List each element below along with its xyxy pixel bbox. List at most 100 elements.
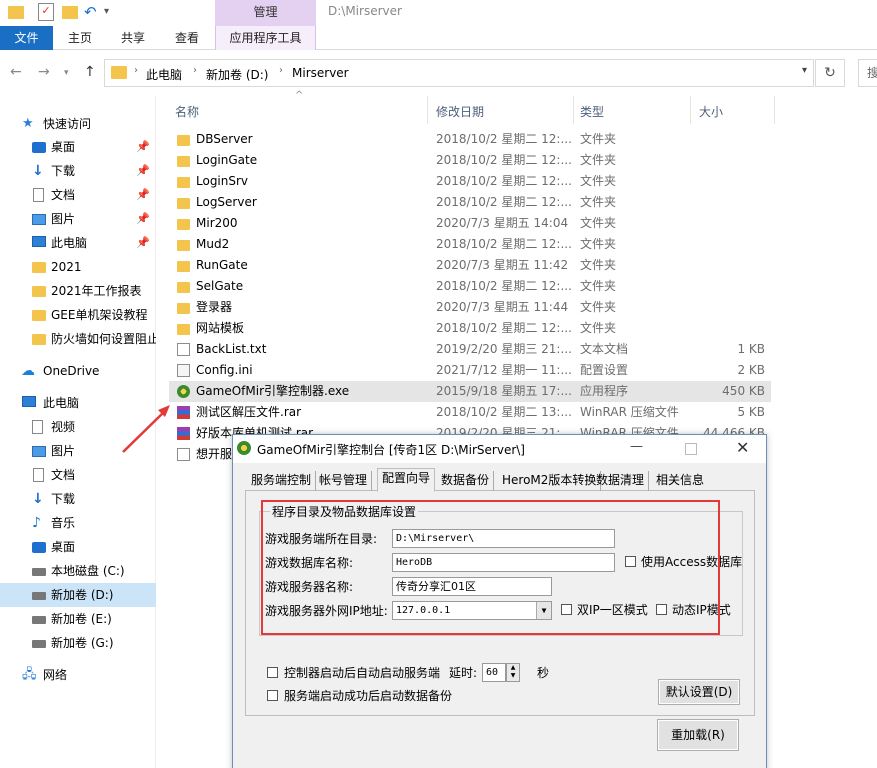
breadcrumb-mirserver[interactable]: Mirserver	[292, 66, 349, 80]
drive-icon	[32, 592, 46, 600]
sidebar-item-drive-d[interactable]: 新加卷 (D:)	[0, 583, 156, 607]
undo-icon[interactable]: ↶	[84, 3, 100, 21]
db-name-input[interactable]: HeroDB	[392, 553, 615, 572]
use-access-checkbox[interactable]	[625, 556, 636, 567]
chevron-down-icon[interactable]: ▾	[802, 65, 807, 76]
file-row[interactable]: SelGate 2018/10/2 星期二 12:... 文件夹	[169, 276, 771, 297]
sidebar-item-firewall[interactable]: 防火墙如何设置阻止	[0, 327, 156, 351]
autostart-checkbox[interactable]	[267, 667, 278, 678]
sidebar-item-desktop[interactable]: 桌面 📌	[0, 135, 156, 159]
stepper-down-icon[interactable]: ▼	[507, 672, 519, 680]
tab-file[interactable]: 文件	[0, 26, 53, 50]
file-row[interactable]: LoginGate 2018/10/2 星期二 12:... 文件夹	[169, 150, 771, 171]
sidebar-item-documents[interactable]: 文档 📌	[0, 183, 156, 207]
file-row[interactable]: BackList.txt 2019/2/20 星期三 21:... 文本文档 1…	[169, 339, 771, 360]
reload-button[interactable]: 重加载(R)	[657, 719, 739, 751]
file-date: 2020/7/3 星期五 14:04	[436, 216, 569, 230]
column-divider[interactable]	[774, 96, 775, 124]
column-header-name[interactable]: 名称	[175, 103, 199, 120]
tab-related-info[interactable]: 相关信息	[652, 471, 708, 491]
search-input[interactable]: 搜	[858, 59, 877, 87]
sidebar-item-music[interactable]: ♪ 音乐	[0, 511, 156, 535]
server-name-input[interactable]: 传奇分享汇01区	[392, 577, 552, 596]
server-dir-input[interactable]: D:\Mirserver\	[392, 529, 615, 548]
sidebar-item-2021-reports[interactable]: 2021年工作报表	[0, 279, 156, 303]
sidebar-item-network[interactable]: 🖧 网络	[0, 663, 156, 687]
file-row[interactable]: 网站模板 2018/10/2 星期二 12:... 文件夹	[169, 318, 771, 339]
file-row-selected[interactable]: GameOfMir引擎控制器.exe 2015/9/18 星期五 17:... …	[169, 381, 771, 402]
breadcrumb-this-pc[interactable]: 此电脑	[146, 66, 182, 83]
chevron-down-icon[interactable]: ▼	[536, 602, 551, 619]
file-row[interactable]: LoginSrv 2018/10/2 星期二 12:... 文件夹	[169, 171, 771, 192]
tab-account-management[interactable]: 帐号管理	[315, 471, 373, 491]
pin-icon[interactable]: 📌	[136, 231, 150, 255]
tab-server-control[interactable]: 服务端控制	[247, 471, 317, 491]
sidebar-item-pictures[interactable]: 图片 📌	[0, 207, 156, 231]
tab-data-cleanup[interactable]: 数据清理	[592, 471, 650, 491]
address-bar[interactable]: › 此电脑 › 新加卷 (D:) › Mirserver ▾	[104, 59, 814, 87]
maximize-icon[interactable]	[685, 443, 697, 455]
file-row[interactable]: Mud2 2018/10/2 星期二 12:... 文件夹	[169, 234, 771, 255]
file-row[interactable]: Config.ini 2021/7/12 星期一 11:... 配置设置 2 K…	[169, 360, 771, 381]
refresh-icon: ↻	[824, 65, 836, 81]
file-row[interactable]: LogServer 2018/10/2 星期二 12:... 文件夹	[169, 192, 771, 213]
column-header-size[interactable]: 大小	[699, 103, 723, 120]
tab-application-tools[interactable]: 应用程序工具	[215, 26, 316, 50]
customize-dropdown-icon[interactable]: ▾	[104, 3, 120, 21]
sidebar-item-drive-e[interactable]: 新加卷 (E:)	[0, 607, 156, 631]
sidebar-item-desktop-pc[interactable]: 桌面	[0, 535, 156, 559]
dynamic-ip-checkbox[interactable]	[656, 604, 667, 615]
file-row[interactable]: 测试区解压文件.rar 2018/10/2 星期二 13:... WinRAR …	[169, 402, 771, 423]
pin-icon[interactable]: 📌	[136, 135, 150, 159]
sidebar-item-drive-g[interactable]: 新加卷 (G:)	[0, 631, 156, 655]
dialog-title-bar[interactable]: GameOfMir引擎控制台 [传奇1区 D:\MirServer\] — ✕	[233, 435, 766, 463]
file-row[interactable]: RunGate 2020/7/3 星期五 11:42 文件夹	[169, 255, 771, 276]
sidebar-item-quick-access[interactable]: ★ 快速访问	[0, 112, 156, 136]
dual-ip-checkbox[interactable]	[561, 604, 572, 615]
directory-settings-group: 程序目录及物品数据库设置 游戏服务端所在目录: D:\Mirserver\ 游戏…	[259, 503, 743, 636]
tab-herom2-convert[interactable]: HeroM2版本转换	[498, 471, 602, 491]
properties-icon[interactable]: ✓	[38, 3, 54, 21]
sidebar-item-drive-c[interactable]: 本地磁盘 (C:)	[0, 559, 156, 583]
tab-data-backup[interactable]: 数据备份	[437, 471, 495, 491]
recent-dropdown-icon[interactable]: ▾	[64, 68, 69, 78]
column-header-date[interactable]: 修改日期	[436, 103, 484, 120]
file-row[interactable]: Mir200 2020/7/3 星期五 14:04 文件夹	[169, 213, 771, 234]
sidebar-item-gee-tutorial[interactable]: GEE单机架设教程	[0, 303, 156, 327]
minimize-icon[interactable]: —	[630, 439, 643, 454]
sidebar-item-downloads[interactable]: ↓ 下载 📌	[0, 159, 156, 183]
column-divider[interactable]	[427, 96, 428, 124]
column-divider[interactable]	[690, 96, 691, 124]
folder-icon[interactable]	[8, 6, 24, 19]
close-icon[interactable]: ✕	[736, 438, 749, 457]
file-row[interactable]: 登录器 2020/7/3 星期五 11:44 文件夹	[169, 297, 771, 318]
stepper-up-icon[interactable]: ▲	[507, 664, 519, 672]
file-row[interactable]: DBServer 2018/10/2 星期二 12:... 文件夹	[169, 129, 771, 150]
refresh-button[interactable]: ↻	[815, 59, 845, 87]
column-header-type[interactable]: 类型	[580, 103, 604, 120]
delay-stepper[interactable]: ▲ ▼	[506, 663, 520, 682]
column-divider[interactable]	[573, 96, 574, 124]
pin-icon[interactable]: 📌	[136, 159, 150, 183]
sidebar-item-this-pc-pinned[interactable]: 此电脑 📌	[0, 231, 156, 255]
autobackup-checkbox[interactable]	[267, 690, 278, 701]
tab-share[interactable]: 共享	[110, 26, 156, 50]
up-arrow-icon[interactable]: ↑	[84, 64, 96, 80]
sidebar-item-onedrive[interactable]: ☁ OneDrive	[0, 359, 156, 383]
pin-icon[interactable]: 📌	[136, 207, 150, 231]
delay-input[interactable]: 60	[482, 663, 506, 682]
back-arrow-icon[interactable]: ←	[10, 64, 22, 80]
tab-view[interactable]: 查看	[164, 26, 210, 50]
new-folder-icon[interactable]	[62, 6, 78, 19]
forward-arrow-icon[interactable]: →	[38, 64, 50, 80]
default-settings-button[interactable]: 默认设置(D)	[658, 679, 740, 705]
file-date: 2018/10/2 星期二 12:...	[436, 279, 572, 293]
sidebar-item-downloads-pc[interactable]: ↓ 下载	[0, 487, 156, 511]
external-ip-select[interactable]: 127.0.0.1 ▼	[392, 601, 552, 620]
tab-config-wizard[interactable]: 配置向导	[377, 468, 436, 492]
breadcrumb-drive-d[interactable]: 新加卷 (D:)	[206, 66, 268, 83]
tab-home[interactable]: 主页	[58, 26, 102, 50]
sidebar-item-2021[interactable]: 2021	[0, 255, 156, 279]
pin-icon[interactable]: 📌	[136, 183, 150, 207]
sidebar-item-documents-pc[interactable]: 文档	[0, 463, 156, 487]
